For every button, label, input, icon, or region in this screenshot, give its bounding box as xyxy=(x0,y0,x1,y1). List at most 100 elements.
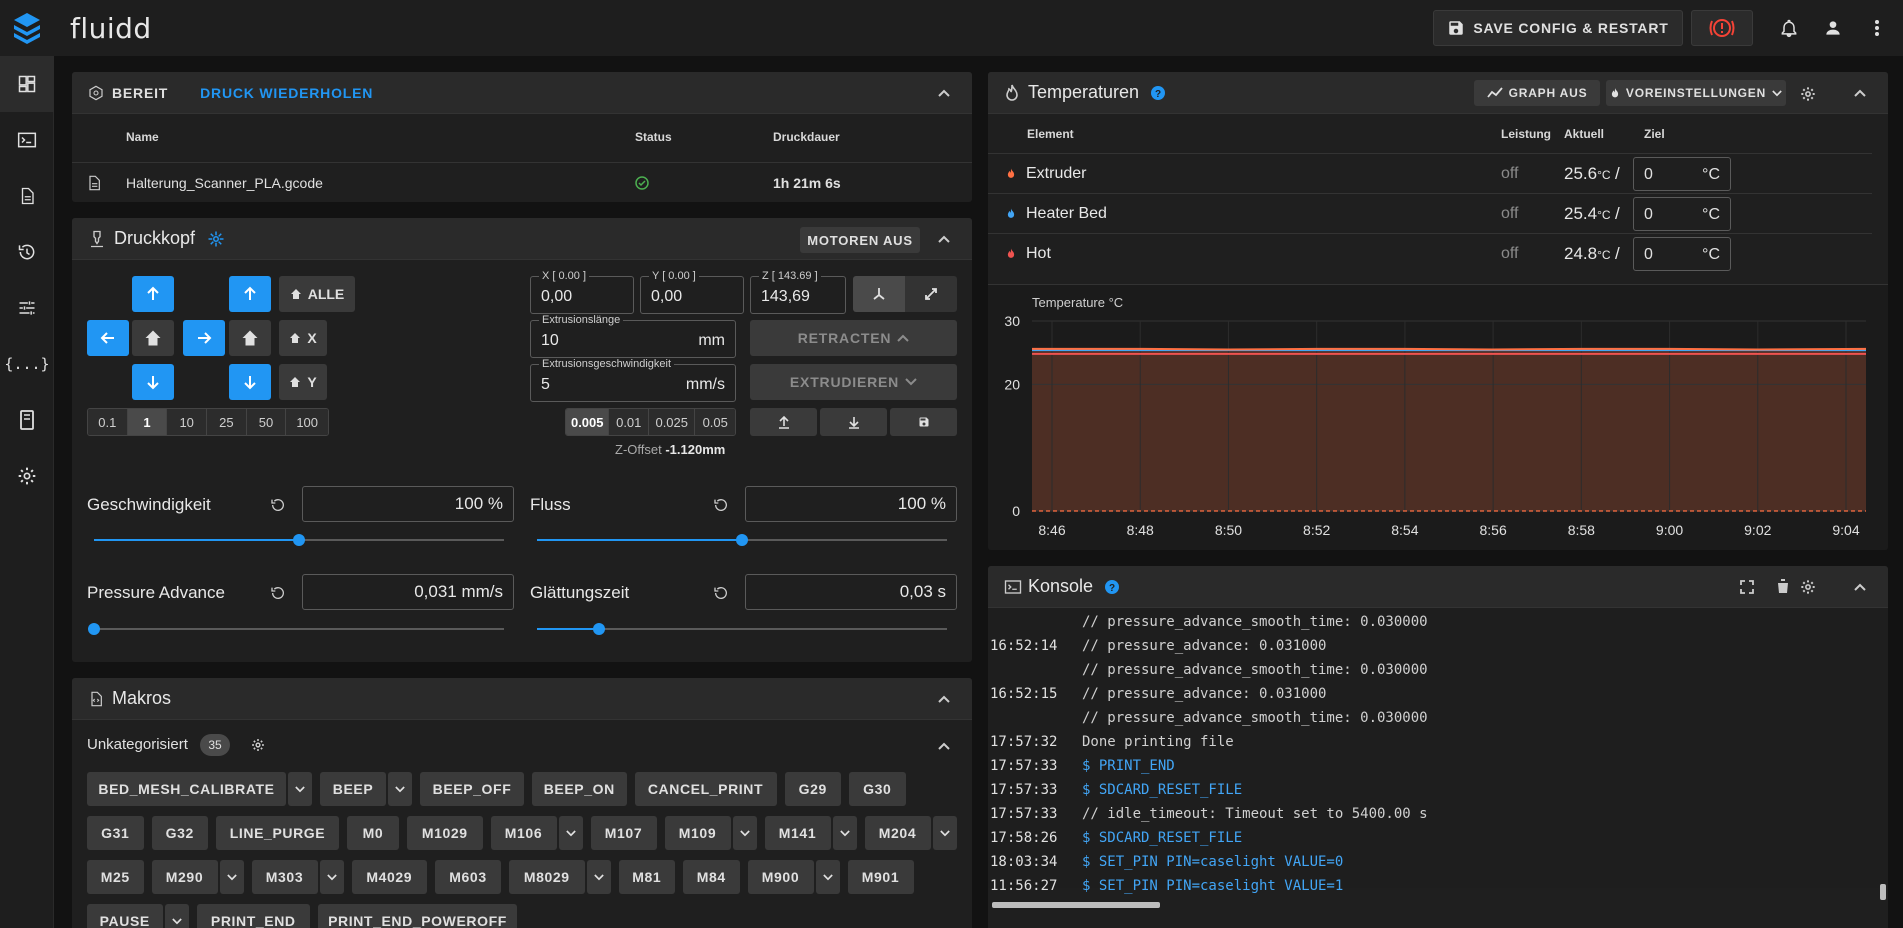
collapse-chevron-icon[interactable] xyxy=(938,695,950,703)
step-option[interactable]: 10 xyxy=(167,409,208,435)
macro-button[interactable]: G31 xyxy=(87,816,144,850)
zstep-option[interactable]: 0.025 xyxy=(649,409,696,435)
macro-button[interactable]: G32 xyxy=(151,816,208,850)
fullscreen-icon[interactable] xyxy=(1740,580,1754,594)
macro-button[interactable]: M303 xyxy=(251,860,318,894)
macro-button[interactable]: BEEP xyxy=(320,772,386,806)
step-option[interactable]: 25 xyxy=(207,409,247,435)
macro-dropdown-chevron-icon[interactable] xyxy=(832,816,857,850)
absolute-mode-icon[interactable] xyxy=(853,276,905,312)
relative-mode-icon[interactable] xyxy=(905,276,957,312)
category-settings-icon[interactable] xyxy=(251,738,265,752)
retract-button[interactable]: RETRACTEN xyxy=(750,320,957,356)
heater-target-input[interactable]: 0 °C xyxy=(1633,197,1731,231)
macro-button[interactable]: BEEP_ON xyxy=(532,772,627,806)
macro-dropdown-chevron-icon[interactable] xyxy=(558,816,583,850)
console-horizontal-scrollbar[interactable] xyxy=(992,902,1160,908)
collapse-chevron-icon[interactable] xyxy=(1854,583,1866,591)
home-x-button[interactable]: X xyxy=(279,320,327,356)
console-settings-icon[interactable] xyxy=(1800,579,1816,595)
pressure-advance-input[interactable]: 0,031 mm/s xyxy=(302,574,514,610)
flow-input[interactable]: 100 % xyxy=(745,486,957,522)
pressure-advance-slider[interactable] xyxy=(88,623,504,635)
macro-button[interactable]: M81 xyxy=(618,860,675,894)
macro-button[interactable]: BED_MESH_CALIBRATE xyxy=(87,772,286,806)
macro-button[interactable]: CANCEL_PRINT xyxy=(634,772,777,806)
job-row[interactable]: Halterung_Scanner_PLA.gcode 1h 21m 6s xyxy=(72,162,972,202)
collapse-chevron-icon[interactable] xyxy=(938,235,950,243)
delete-icon[interactable] xyxy=(1777,579,1789,594)
nav-console-icon[interactable] xyxy=(0,112,54,168)
macro-button[interactable]: M4029 xyxy=(351,860,427,894)
status-state-tab[interactable]: BEREIT xyxy=(112,85,168,101)
step-option[interactable]: 100 xyxy=(286,409,328,435)
jog-x-plus-button[interactable] xyxy=(183,320,225,356)
nav-history-icon[interactable] xyxy=(0,224,54,280)
x-position-field[interactable]: X [ 0.00 ] 0,00 xyxy=(530,270,634,314)
macro-dropdown-chevron-icon[interactable] xyxy=(815,860,840,894)
console-vertical-scrollbar[interactable] xyxy=(1880,884,1886,900)
macro-dropdown-chevron-icon[interactable] xyxy=(388,772,412,806)
macro-dropdown-chevron-icon[interactable] xyxy=(932,816,957,850)
macro-button[interactable]: M25 xyxy=(87,860,144,894)
macro-dropdown-chevron-icon[interactable] xyxy=(288,772,312,806)
speed-slider[interactable] xyxy=(94,534,504,546)
nav-tune-icon[interactable] xyxy=(0,280,54,336)
fluidd-logo-icon[interactable] xyxy=(0,0,54,56)
flow-slider-knob[interactable] xyxy=(736,534,748,546)
extrusion-length-field[interactable]: Extrusionslänge 10 mm xyxy=(530,314,736,358)
save-config-restart-button[interactable]: SAVE CONFIG & RESTART xyxy=(1433,10,1683,46)
speed-slider-knob[interactable] xyxy=(293,534,305,546)
user-account-icon[interactable] xyxy=(1811,6,1855,50)
z-offset-save-icon[interactable] xyxy=(890,408,957,436)
collapse-chevron-icon[interactable] xyxy=(1854,89,1866,97)
step-option-selected[interactable]: 1 xyxy=(127,409,168,435)
macro-button[interactable]: BEEP_OFF xyxy=(420,772,524,806)
macro-button[interactable]: M107 xyxy=(590,816,657,850)
smooth-time-slider-knob[interactable] xyxy=(592,623,605,635)
nav-system-icon[interactable] xyxy=(0,392,54,448)
macro-button[interactable]: M900 xyxy=(747,860,814,894)
jog-y-plus-button[interactable] xyxy=(132,276,174,312)
help-icon[interactable]: ? xyxy=(1151,85,1166,100)
zstep-option-selected[interactable]: 0.005 xyxy=(566,409,610,435)
macro-button[interactable]: M109 xyxy=(664,816,731,850)
home-z-button[interactable] xyxy=(229,320,271,356)
macro-button[interactable]: PRINT_END_POWEROFF xyxy=(318,904,517,928)
jog-z-plus-button[interactable] xyxy=(229,276,271,312)
extrusion-speed-field[interactable]: Extrusionsgeschwindigkeit 5 mm/s xyxy=(530,358,736,402)
heater-target-input[interactable]: 0 °C xyxy=(1633,157,1731,191)
macro-button[interactable]: M106 xyxy=(490,816,557,850)
macro-dropdown-chevron-icon[interactable] xyxy=(219,860,244,894)
emergency-stop-button[interactable] xyxy=(1691,10,1753,46)
macro-button[interactable]: M290 xyxy=(151,860,218,894)
macro-button[interactable]: M603 xyxy=(435,860,501,894)
jog-y-minus-button[interactable] xyxy=(132,364,174,400)
step-option[interactable]: 50 xyxy=(246,409,287,435)
macro-button[interactable]: G30 xyxy=(849,772,906,806)
macro-dropdown-chevron-icon[interactable] xyxy=(164,904,189,928)
macro-dropdown-chevron-icon[interactable] xyxy=(319,860,344,894)
presets-dropdown-button[interactable]: VOREINSTELLUNGEN xyxy=(1606,80,1786,106)
smooth-time-input[interactable]: 0,03 s xyxy=(745,574,957,610)
flow-slider[interactable] xyxy=(537,534,947,546)
pressure-advance-slider-knob[interactable] xyxy=(88,623,100,635)
help-icon[interactable]: ? xyxy=(1105,579,1120,594)
macro-dropdown-chevron-icon[interactable] xyxy=(586,860,611,894)
extrude-button[interactable]: EXTRUDIEREN xyxy=(750,364,957,400)
motors-off-button[interactable]: MOTOREN AUS xyxy=(800,227,920,253)
macro-button[interactable]: M1029 xyxy=(407,816,483,850)
home-xy-button[interactable] xyxy=(132,320,174,356)
category-collapse-chevron-icon[interactable] xyxy=(938,742,950,750)
z-offset-down-icon[interactable] xyxy=(820,408,887,436)
reset-smooth-time-icon[interactable] xyxy=(713,585,729,601)
nav-files-icon[interactable] xyxy=(0,168,54,224)
nav-config-code-icon[interactable]: {...} xyxy=(0,336,54,392)
smooth-time-slider[interactable] xyxy=(537,623,947,635)
macro-button[interactable]: M141 xyxy=(764,816,831,850)
jog-x-minus-button[interactable] xyxy=(87,320,129,356)
nav-dashboard-icon[interactable] xyxy=(0,56,54,112)
z-position-field[interactable]: Z [ 143.69 ] 143,69 xyxy=(750,270,846,314)
jog-z-minus-button[interactable] xyxy=(229,364,271,400)
speed-input[interactable]: 100 % xyxy=(302,486,514,522)
